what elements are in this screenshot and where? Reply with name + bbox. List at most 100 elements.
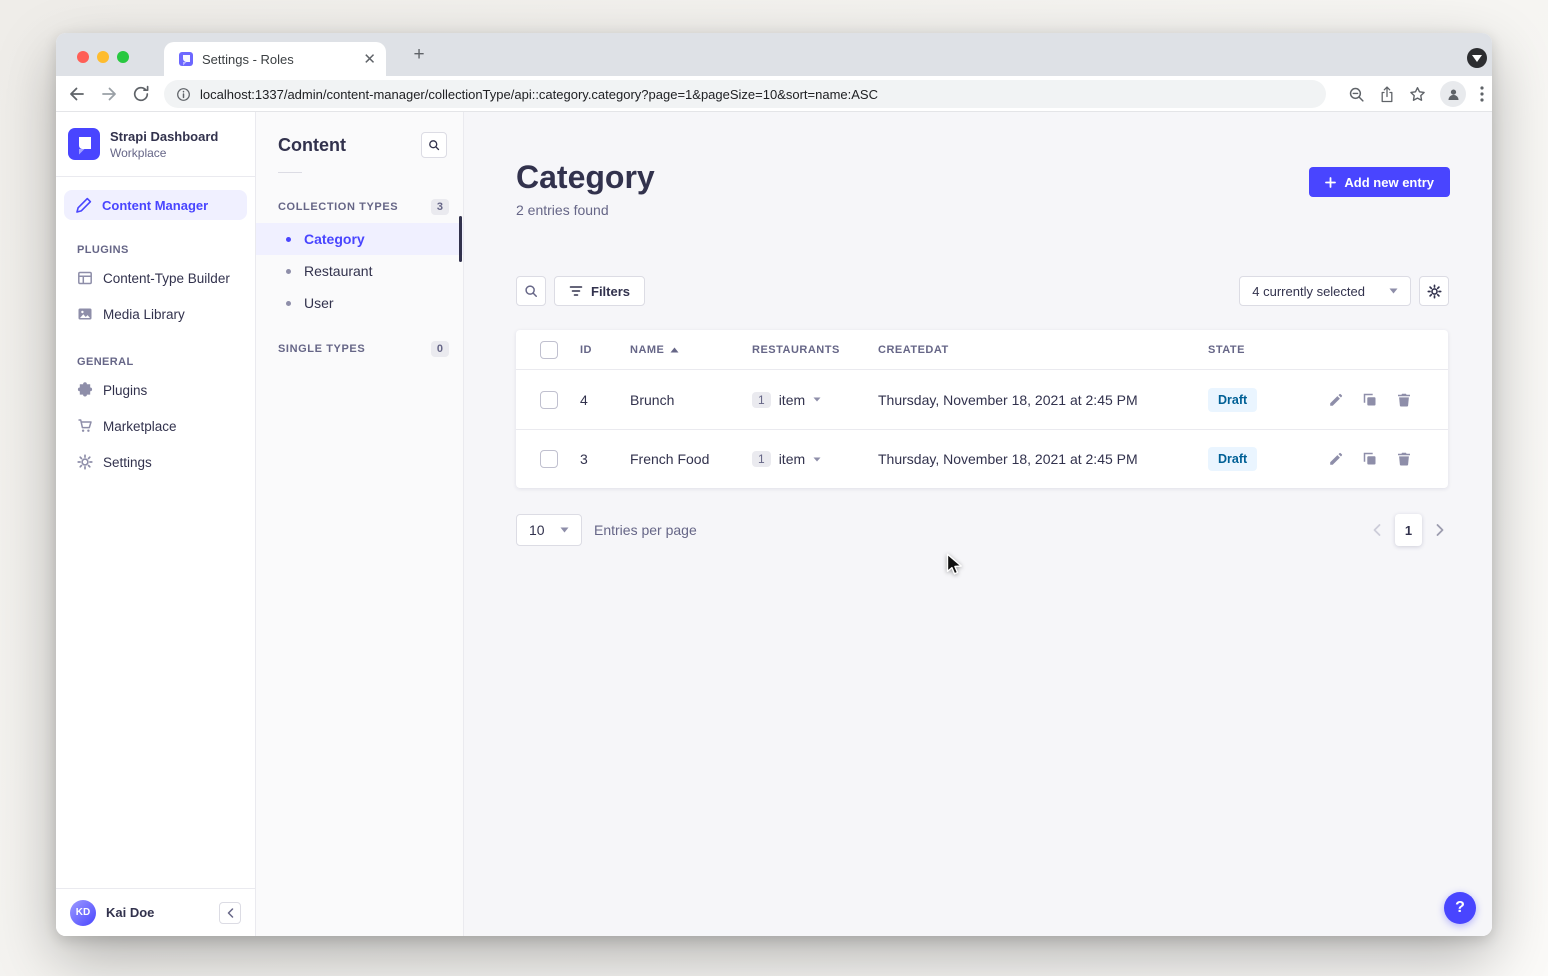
relation-unit: item: [779, 392, 805, 408]
forward-button[interactable]: [99, 84, 119, 104]
user-avatar: KD: [70, 900, 96, 926]
row-checkbox[interactable]: [540, 391, 558, 409]
sidebar-item-settings[interactable]: Settings: [56, 444, 255, 480]
filters-label: Filters: [591, 284, 630, 299]
reload-button[interactable]: [131, 84, 151, 104]
user-name: Kai Doe: [106, 905, 154, 920]
row-checkbox[interactable]: [540, 450, 558, 468]
browser-window: Settings - Roles ✕ + localhost:1337/admi…: [56, 33, 1492, 936]
next-page-icon[interactable]: [1436, 524, 1444, 536]
duplicate-icon[interactable]: [1362, 451, 1378, 467]
back-button[interactable]: [67, 84, 87, 104]
cell-name: French Food: [630, 451, 752, 467]
fullscreen-window-button[interactable]: [117, 51, 129, 63]
collection-types-label: COLLECTION TYPES: [278, 201, 398, 213]
column-header-name[interactable]: NAME: [630, 344, 752, 356]
search-entries-button[interactable]: [516, 276, 546, 306]
subnav-item-label: Restaurant: [304, 263, 372, 279]
share-icon[interactable]: [1379, 86, 1395, 103]
delete-icon[interactable]: [1396, 392, 1412, 408]
page-title: Category: [516, 158, 655, 196]
page-number-button[interactable]: 1: [1395, 514, 1422, 546]
subnav-item-label: User: [304, 295, 334, 311]
subnav-item-category[interactable]: Category: [256, 223, 463, 255]
browser-tab[interactable]: Settings - Roles ✕: [164, 42, 386, 76]
single-types-count: 0: [431, 341, 449, 357]
subnav-title: Content: [278, 135, 346, 156]
main-content: Category 2 entries found Add new entry: [464, 112, 1492, 936]
collection-types-count: 3: [431, 199, 449, 215]
content-subnav: Content COLLECTION TYPES 3 Category: [256, 112, 464, 936]
bullet-icon: [286, 269, 291, 274]
sidebar-section-plugins: PLUGINS: [77, 244, 255, 256]
collapse-sidebar-button[interactable]: [219, 902, 241, 924]
close-tab-icon[interactable]: ✕: [363, 52, 376, 67]
column-header-state[interactable]: STATE: [1208, 344, 1328, 356]
view-settings-button[interactable]: [1419, 276, 1449, 306]
column-header-label: NAME: [630, 344, 664, 356]
entries-per-page-label: Entries per page: [594, 522, 697, 538]
cell-name: Brunch: [630, 392, 752, 408]
address-bar[interactable]: localhost:1337/admin/content-manager/col…: [164, 80, 1326, 108]
close-window-button[interactable]: [77, 51, 89, 63]
bookmark-star-icon[interactable]: [1409, 86, 1426, 103]
single-types-label: SINGLE TYPES: [278, 343, 365, 355]
sidebar-item-label: Plugins: [103, 383, 147, 398]
browser-profile-avatar[interactable]: [1440, 81, 1466, 107]
sidebar-item-content-manager[interactable]: Content Manager: [64, 190, 247, 220]
add-new-entry-button[interactable]: Add new entry: [1309, 167, 1450, 197]
strapi-logo-icon: [68, 128, 100, 160]
subnav-scrollbar[interactable]: [459, 216, 462, 262]
edit-icon[interactable]: [1328, 451, 1344, 467]
filter-icon: [569, 285, 583, 297]
page-size-dropdown[interactable]: 10: [516, 514, 582, 546]
column-header-createdat[interactable]: CREATEDAT: [878, 344, 1208, 356]
cell-restaurants[interactable]: 1 item: [752, 392, 878, 408]
subnav-item-restaurant[interactable]: Restaurant: [256, 255, 463, 287]
sidebar-item-label: Content-Type Builder: [103, 271, 230, 286]
sidebar-item-media-library[interactable]: Media Library: [56, 296, 255, 332]
status-badge: Draft: [1208, 447, 1257, 471]
sidebar-item-content-type-builder[interactable]: Content-Type Builder: [56, 260, 255, 296]
new-tab-button[interactable]: +: [408, 44, 430, 66]
puzzle-icon: [77, 382, 93, 398]
entries-count: 2 entries found: [516, 202, 655, 218]
browser-menu-icon[interactable]: [1480, 86, 1484, 102]
fields-selected-value: 4 currently selected: [1252, 284, 1365, 299]
delete-icon[interactable]: [1396, 451, 1412, 467]
column-header-restaurants[interactable]: RESTAURANTS: [752, 344, 878, 356]
help-button[interactable]: ?: [1444, 892, 1476, 924]
workspace-name: Workplace: [110, 146, 218, 160]
minimize-window-button[interactable]: [97, 51, 109, 63]
zoom-page-icon[interactable]: [1348, 86, 1365, 103]
subnav-item-user[interactable]: User: [256, 287, 463, 319]
sidebar-item-plugins[interactable]: Plugins: [56, 372, 255, 408]
cart-icon: [77, 418, 93, 434]
sidebar-item-marketplace[interactable]: Marketplace: [56, 408, 255, 444]
site-info-icon[interactable]: [176, 87, 191, 102]
sidebar-divider: [56, 176, 255, 177]
gear-icon: [77, 454, 93, 470]
column-header-id[interactable]: ID: [580, 344, 630, 356]
search-icon: [524, 284, 538, 298]
sidebar-item-label: Media Library: [103, 307, 185, 322]
fields-selected-dropdown[interactable]: 4 currently selected: [1239, 276, 1411, 306]
extension-indicator-icon[interactable]: [1467, 48, 1487, 68]
previous-page-icon[interactable]: [1373, 524, 1381, 536]
select-all-checkbox[interactable]: [540, 341, 558, 359]
search-content-button[interactable]: [421, 132, 447, 158]
edit-icon[interactable]: [1328, 392, 1344, 408]
user-profile-row[interactable]: KD Kai Doe: [56, 888, 255, 936]
workspace-switcher[interactable]: Strapi Dashboard Workplace: [56, 112, 255, 176]
cell-restaurants[interactable]: 1 item: [752, 451, 878, 467]
duplicate-icon[interactable]: [1362, 392, 1378, 408]
url-text: localhost:1337/admin/content-manager/col…: [200, 87, 878, 102]
layout-icon: [77, 270, 93, 286]
filters-button[interactable]: Filters: [554, 276, 645, 306]
table-row[interactable]: 4 Brunch 1 item Thursday, November 18, 2…: [516, 370, 1448, 429]
sidebar-section-general: GENERAL: [77, 356, 255, 368]
table-row[interactable]: 3 French Food 1 item Thursday, November …: [516, 429, 1448, 488]
cell-createdat: Thursday, November 18, 2021 at 2:45 PM: [878, 392, 1208, 408]
main-sidebar: Strapi Dashboard Workplace Content Manag…: [56, 112, 256, 936]
subnav-divider: [278, 172, 302, 173]
